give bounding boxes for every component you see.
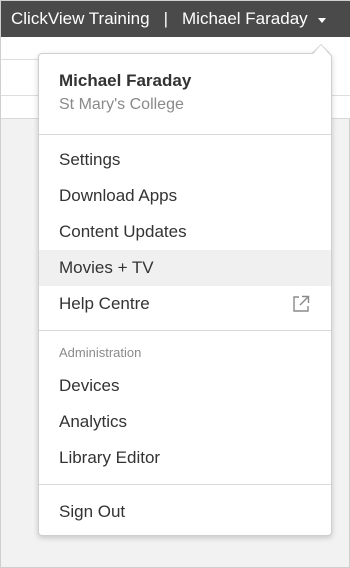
- menu-item-sign-out[interactable]: Sign Out: [39, 494, 331, 530]
- menu-item-help-centre[interactable]: Help Centre: [39, 286, 331, 322]
- menu-item-download-apps[interactable]: Download Apps: [39, 178, 331, 214]
- menu-item-settings[interactable]: Settings: [39, 142, 331, 178]
- menu-item-label: Download Apps: [59, 186, 178, 205]
- menu-item-library-editor[interactable]: Library Editor: [39, 440, 331, 476]
- menu-item-label: Library Editor: [59, 448, 161, 467]
- user-menu-name: Michael Faraday: [182, 9, 308, 28]
- user-dropdown-menu: Michael Faraday St Mary's College Settin…: [38, 53, 332, 536]
- site-title-link[interactable]: ClickView Training: [11, 9, 150, 29]
- top-navigation-bar: ClickView Training | Michael Faraday: [1, 1, 350, 37]
- dropdown-pointer-fill: [313, 45, 329, 54]
- profile-organization: St Mary's College: [59, 96, 184, 113]
- user-menu-toggle[interactable]: Michael Faraday: [182, 9, 326, 29]
- menu-item-label: Settings: [59, 150, 121, 169]
- menu-item-label: Content Updates: [59, 222, 187, 241]
- menu-item-label: Devices: [59, 376, 120, 395]
- menu-item-devices[interactable]: Devices: [39, 368, 331, 404]
- menu-item-analytics[interactable]: Analytics: [39, 404, 331, 440]
- section-label-administration: Administration: [59, 345, 142, 360]
- background-divider: [1, 59, 41, 60]
- menu-item-content-updates[interactable]: Content Updates: [39, 214, 331, 250]
- menu-item-label: Movies + TV: [59, 258, 154, 277]
- topbar-separator: |: [163, 9, 168, 28]
- menu-divider: [39, 484, 331, 485]
- menu-item-label: Sign Out: [59, 502, 126, 521]
- menu-divider: [39, 330, 331, 331]
- chevron-down-icon: [317, 17, 326, 23]
- menu-item-label: Help Centre: [59, 294, 150, 313]
- external-link-icon: [293, 295, 310, 312]
- profile-header: Michael Faraday St Mary's College: [59, 71, 191, 114]
- menu-divider: [39, 134, 331, 135]
- profile-name: Michael Faraday: [59, 71, 192, 90]
- menu-item-movies-tv[interactable]: Movies + TV: [39, 250, 331, 286]
- menu-item-label: Analytics: [59, 412, 128, 431]
